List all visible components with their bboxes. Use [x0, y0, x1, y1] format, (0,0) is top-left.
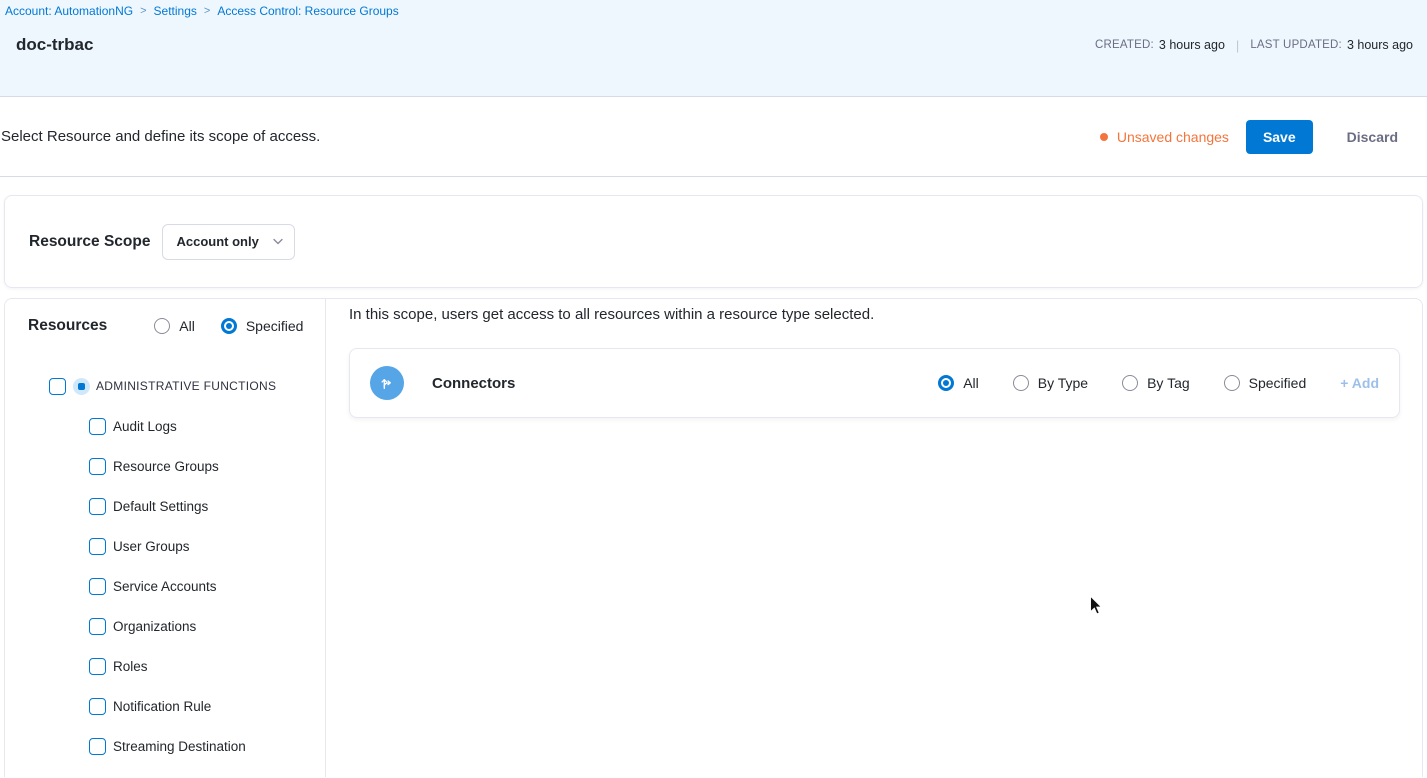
resources-title: Resources	[28, 317, 107, 335]
connectors-access-radios: All By Type By Tag Specified + Add	[938, 375, 1379, 391]
radio-icon[interactable]	[1013, 375, 1029, 391]
unsaved-dot-icon	[1100, 133, 1108, 141]
chevron-down-icon	[273, 238, 283, 245]
account-scope-badge-icon	[73, 378, 90, 395]
tree-item-streaming-destination[interactable]: Streaming Destination	[28, 726, 325, 766]
tree-item-label: Organizations	[113, 619, 196, 634]
radio-label: All	[963, 375, 979, 391]
resource-scope-label: Resource Scope	[29, 233, 150, 251]
tree-item-user-groups[interactable]: User Groups	[28, 526, 325, 566]
connectors-radio-by-type[interactable]: By Type	[1013, 375, 1088, 391]
radio-icon-selected[interactable]	[938, 375, 954, 391]
checkbox-icon[interactable]	[89, 458, 106, 475]
tree-item-label: User Groups	[113, 539, 190, 554]
checkbox-icon[interactable]	[89, 418, 106, 435]
connectors-row: Connectors All By Type By Tag Specified	[349, 348, 1400, 418]
connectors-label: Connectors	[432, 375, 515, 392]
toolbar-description: Select Resource and define its scope of …	[1, 128, 320, 145]
add-connectors-button[interactable]: + Add	[1340, 375, 1379, 391]
connectors-radio-by-tag[interactable]: By Tag	[1122, 375, 1190, 391]
save-button[interactable]: Save	[1246, 120, 1313, 154]
scope-description: In this scope, users get access to all r…	[349, 306, 1400, 323]
breadcrumb-settings-link[interactable]: Settings	[154, 4, 197, 18]
last-updated-label: LAST UPDATED:	[1250, 39, 1342, 51]
checkbox-icon[interactable]	[89, 738, 106, 755]
resource-type-tree: ADMINISTRATIVE FUNCTIONS Audit Logs Reso…	[28, 366, 325, 766]
tree-item-label: Resource Groups	[113, 459, 219, 474]
action-toolbar: Select Resource and define its scope of …	[0, 97, 1427, 177]
connectors-radio-specified[interactable]: Specified	[1224, 375, 1307, 391]
checkbox-icon[interactable]	[49, 378, 66, 395]
resource-scope-card: Resource Scope Account only	[4, 195, 1423, 288]
tree-item-notification-rule[interactable]: Notification Rule	[28, 686, 325, 726]
meta-divider: |	[1236, 38, 1239, 53]
tree-item-default-settings[interactable]: Default Settings	[28, 486, 325, 526]
page-header: Account: AutomationNG > Settings > Acces…	[0, 0, 1427, 97]
radio-label: By Tag	[1147, 375, 1190, 391]
tree-item-label: Audit Logs	[113, 419, 177, 434]
timestamps: CREATED: 3 hours ago | LAST UPDATED: 3 h…	[1095, 38, 1413, 53]
created-value: 3 hours ago	[1159, 38, 1225, 52]
radio-icon[interactable]	[154, 318, 170, 334]
tree-item-roles[interactable]: Roles	[28, 646, 325, 686]
breadcrumb-account-link[interactable]: Account: AutomationNG	[5, 4, 133, 18]
tree-item-resource-groups[interactable]: Resource Groups	[28, 446, 325, 486]
tree-item-audit-logs[interactable]: Audit Logs	[28, 406, 325, 446]
tree-item-label: Streaming Destination	[113, 739, 246, 754]
radio-icon[interactable]	[1224, 375, 1240, 391]
scope-detail-panel: In this scope, users get access to all r…	[326, 299, 1422, 777]
tree-item-label: Service Accounts	[113, 579, 217, 594]
radio-label: Specified	[1249, 375, 1307, 391]
radio-icon[interactable]	[1122, 375, 1138, 391]
connectors-radio-all[interactable]: All	[938, 375, 979, 391]
resource-scope-dropdown[interactable]: Account only	[162, 224, 294, 260]
resource-scope-selected-value: Account only	[176, 234, 258, 249]
resources-card: Resources All Specified ADMINISTRATIVE F…	[4, 298, 1423, 777]
checkbox-icon[interactable]	[89, 498, 106, 515]
radio-label: By Type	[1038, 375, 1088, 391]
chevron-right-icon: >	[204, 4, 210, 18]
breadcrumb: Account: AutomationNG > Settings > Acces…	[5, 4, 1413, 18]
checkbox-icon[interactable]	[89, 658, 106, 675]
checkbox-icon[interactable]	[89, 698, 106, 715]
discard-button[interactable]: Discard	[1347, 129, 1398, 145]
resources-filter-radios: All Specified	[154, 318, 303, 334]
checkbox-icon[interactable]	[89, 538, 106, 555]
tree-item-label: Notification Rule	[113, 699, 211, 714]
tree-item-service-accounts[interactable]: Service Accounts	[28, 566, 325, 606]
checkbox-icon[interactable]	[89, 578, 106, 595]
radio-icon-selected[interactable]	[221, 318, 237, 334]
page-title: doc-trbac	[16, 35, 93, 55]
tree-item-organizations[interactable]: Organizations	[28, 606, 325, 646]
tree-group-label: ADMINISTRATIVE FUNCTIONS	[96, 379, 276, 393]
radio-label: All	[179, 318, 195, 334]
tree-group-administrative-functions[interactable]: ADMINISTRATIVE FUNCTIONS	[28, 366, 325, 406]
resources-list-panel: Resources All Specified ADMINISTRATIVE F…	[5, 299, 326, 777]
resources-radio-specified[interactable]: Specified	[221, 318, 304, 334]
unsaved-changes-status: Unsaved changes	[1100, 129, 1229, 145]
tree-item-label: Default Settings	[113, 499, 208, 514]
radio-label: Specified	[246, 318, 304, 334]
tree-item-label: Roles	[113, 659, 148, 674]
created-label: CREATED:	[1095, 39, 1154, 51]
resources-radio-all[interactable]: All	[154, 318, 195, 334]
unsaved-changes-label: Unsaved changes	[1117, 129, 1229, 145]
connectors-icon	[370, 366, 404, 400]
last-updated-value: 3 hours ago	[1347, 38, 1413, 52]
chevron-right-icon: >	[140, 4, 146, 18]
checkbox-icon[interactable]	[89, 618, 106, 635]
breadcrumb-resource-groups-link[interactable]: Access Control: Resource Groups	[217, 4, 398, 18]
